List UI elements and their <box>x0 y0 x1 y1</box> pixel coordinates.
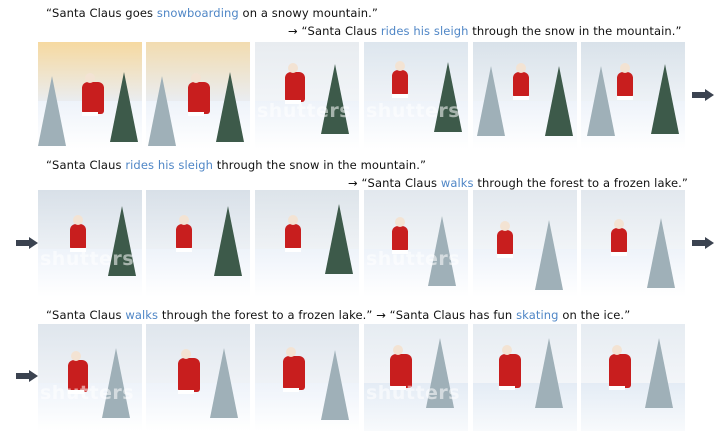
santa-figure <box>611 219 627 256</box>
video-frame: shutters <box>255 42 359 149</box>
watermark: shutters <box>366 100 461 122</box>
video-frame: shutters <box>364 324 468 431</box>
arrow-right-icon <box>692 237 714 249</box>
video-frame <box>581 190 685 297</box>
video-frame <box>255 324 359 431</box>
santa-figure <box>609 345 631 390</box>
highlighted-phrase: snowboarding <box>156 6 239 20</box>
santa-figure <box>178 349 200 394</box>
video-frame: shutters <box>364 42 468 149</box>
santa-figure <box>499 345 521 390</box>
video-frame: shutters <box>38 190 142 297</box>
santa-figure <box>617 63 633 100</box>
highlighted-phrase: rides his sleigh <box>380 24 469 38</box>
video-frame <box>581 42 685 149</box>
video-frame: shutters <box>364 190 468 297</box>
caption-row2-prompt1: “Santa Claus rides his sleigh through th… <box>46 158 427 172</box>
santa-figure <box>497 221 513 258</box>
santa-figure <box>176 215 192 252</box>
highlighted-phrase: walks <box>125 308 159 322</box>
highlighted-phrase: walks <box>440 176 474 190</box>
video-frame <box>473 324 577 431</box>
arrow-right-icon <box>16 370 38 382</box>
arrow-right-icon <box>692 89 714 101</box>
santa-figure <box>285 63 305 104</box>
highlighted-phrase: skating <box>516 308 559 322</box>
watermark: shutters <box>40 248 135 270</box>
watermark: shutters <box>40 382 135 404</box>
frame-row-3: shutters shutters <box>38 324 688 431</box>
frame-row-1: shutters shutters <box>38 42 688 149</box>
santa-figure <box>392 61 408 98</box>
santa-figure <box>82 73 104 116</box>
watermark: shutters <box>366 248 461 270</box>
video-frame <box>581 324 685 431</box>
video-frame <box>473 190 577 297</box>
caption-row1-prompt1: “Santa Claus goes snowboarding on a snow… <box>46 6 378 20</box>
arrow-right-icon <box>16 237 38 249</box>
santa-figure <box>283 347 305 392</box>
watermark: shutters <box>366 382 461 404</box>
frame-row-2: shutters shutters <box>38 190 688 297</box>
santa-figure <box>70 215 86 252</box>
caption-row1-prompt2: → “Santa Claus rides his sleigh through … <box>288 24 682 38</box>
video-frame <box>255 190 359 297</box>
video-frame <box>146 324 250 431</box>
highlighted-phrase: rides his sleigh <box>125 158 214 172</box>
watermark: shutters <box>257 100 352 122</box>
video-frame <box>146 42 250 149</box>
santa-figure <box>513 63 529 100</box>
video-frame: shutters <box>38 324 142 431</box>
caption-row2-prompt2: → “Santa Claus walks through the forest … <box>348 176 688 190</box>
santa-figure <box>188 73 210 116</box>
santa-figure <box>285 215 301 252</box>
caption-row3: “Santa Claus walks through the forest to… <box>46 308 631 322</box>
video-frame <box>146 190 250 297</box>
video-frame <box>38 42 142 149</box>
video-frame <box>473 42 577 149</box>
